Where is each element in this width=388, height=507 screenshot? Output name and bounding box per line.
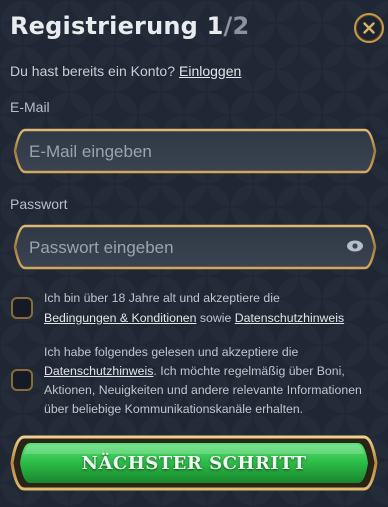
terms-text-before: Ich bin über 18 Jahre alt und akzeptiere… (44, 291, 280, 305)
login-prompt-text: Du hast bereits ein Konto? (10, 63, 175, 79)
terms-link[interactable]: Bedingungen & Konditionen (44, 311, 196, 325)
password-input[interactable] (27, 224, 341, 272)
password-label: Passwort (10, 196, 68, 212)
registration-form: Registrierung 1/2 Du hast bereits ein Ko… (0, 0, 388, 507)
step-total: 2 (232, 12, 250, 40)
terms-consent-text: Ich bin über 18 Jahre alt und akzeptiere… (44, 288, 374, 328)
page-title: Registrierung 1/2 (10, 12, 249, 40)
marketing-checkbox[interactable] (11, 369, 33, 391)
next-step-label: NÄCHSTER SCHRITT (81, 452, 307, 474)
email-label: E-Mail (10, 99, 50, 115)
privacy-link-marketing[interactable]: Datenschutzhinweis (44, 364, 153, 378)
login-prompt: Du hast bereits ein Konto? Einloggen (10, 63, 241, 79)
login-link[interactable]: Einloggen (179, 63, 241, 79)
terms-checkbox[interactable] (11, 297, 33, 319)
privacy-link-terms[interactable]: Datenschutzhinweis (235, 311, 344, 325)
close-button[interactable] (354, 13, 384, 43)
close-icon (363, 22, 375, 34)
marketing-consent-text: Ich habe folgendes gelesen und akzeptier… (44, 343, 374, 419)
eye-icon[interactable] (346, 239, 364, 253)
email-field-wrapper (13, 128, 377, 176)
title-text: Registrierung (10, 12, 199, 40)
step-separator: / (223, 12, 233, 40)
password-field-wrapper (13, 224, 377, 272)
email-input[interactable] (27, 128, 341, 176)
next-step-button[interactable]: NÄCHSTER SCHRITT (10, 434, 378, 492)
marketing-text-before: Ich habe folgendes gelesen und akzeptier… (44, 345, 299, 359)
terms-text-middle: sowie (199, 311, 232, 325)
step-current: 1 (206, 12, 224, 40)
